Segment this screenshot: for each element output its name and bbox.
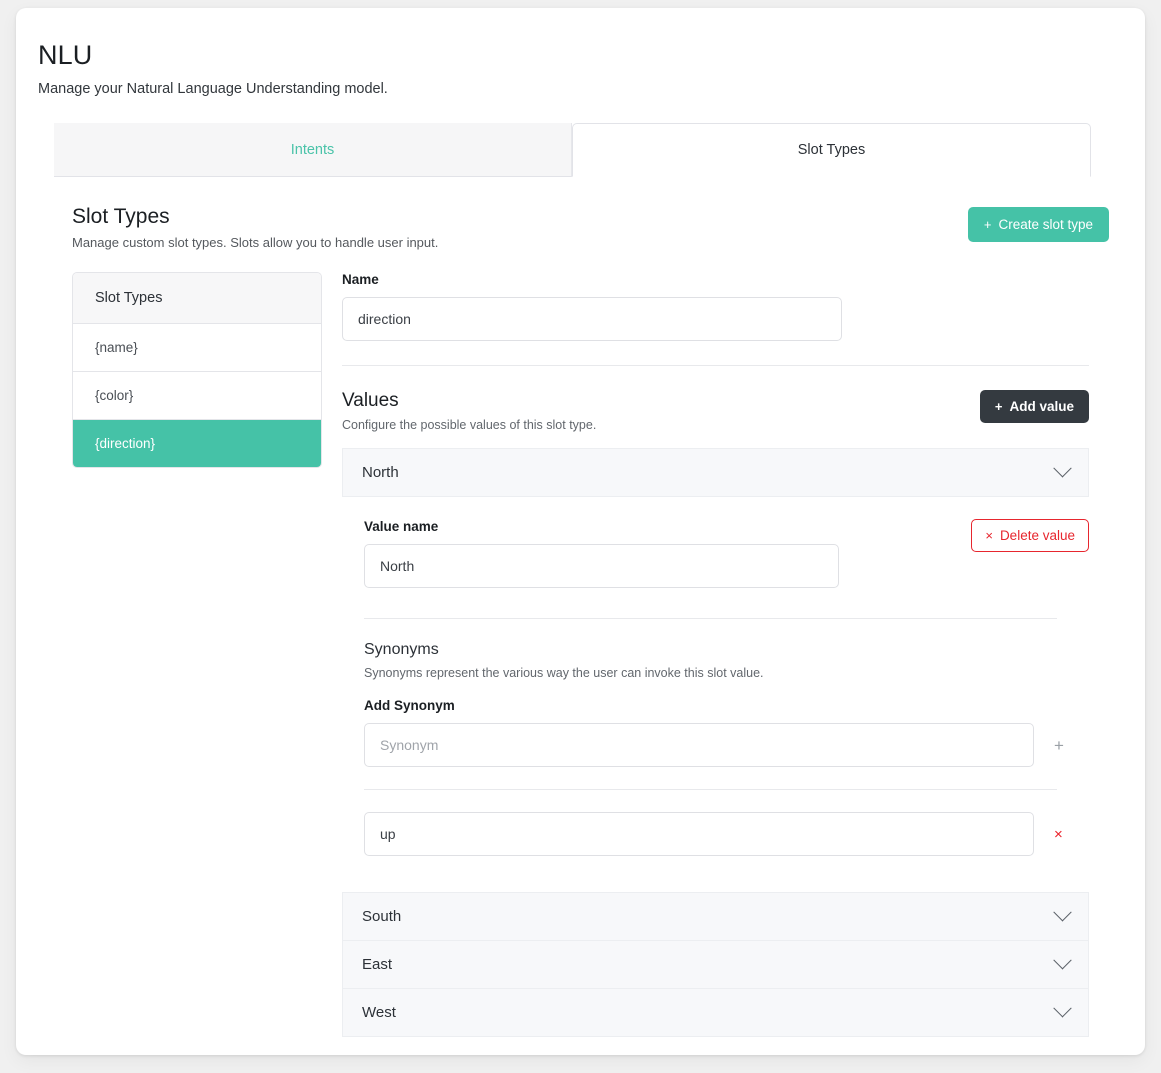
slot-type-item-color[interactable]: {color} (73, 372, 321, 420)
divider (364, 789, 1057, 790)
tab-intents-label: Intents (290, 141, 335, 158)
page-content: NLU Manage your Natural Language Underst… (16, 8, 1145, 1055)
synonyms-description: Synonyms represent the various way the u… (364, 666, 764, 680)
synonyms-title: Synonyms (364, 641, 439, 658)
divider (342, 365, 1089, 366)
value-accordion-title-west: West (362, 1004, 396, 1021)
slot-type-detail: Name Values Configure the possible value… (342, 272, 1109, 1037)
tab-bar: Intents Slot Types (54, 123, 1091, 177)
add-synonym-label: Add Synonym (364, 698, 455, 713)
section-title: Slot Types (72, 205, 170, 228)
slot-type-item-name[interactable]: {name} (73, 324, 321, 372)
add-synonym-button[interactable]: + (1048, 735, 1070, 756)
page-subtitle: Manage your Natural Language Understandi… (38, 81, 388, 97)
slot-types-body: Slot Types {name} {color} {direction} Na… (72, 272, 1109, 1037)
chevron-down-icon (1053, 999, 1072, 1018)
add-synonym-row: + (364, 723, 1089, 767)
value-name-field: Value name (364, 519, 839, 588)
synonym-row: × (364, 812, 1089, 856)
add-value-button[interactable]: + Add value (979, 390, 1089, 423)
slot-type-list: Slot Types {name} {color} {direction} (72, 272, 322, 468)
delete-value-button[interactable]: × Delete value (971, 519, 1089, 552)
values-accordion: North Value name × Delete value (342, 448, 1089, 1037)
chevron-down-icon (1053, 903, 1072, 922)
tab-slot-types[interactable]: Slot Types (572, 123, 1091, 177)
value-name-label: Value name (364, 519, 439, 534)
values-description: Configure the possible values of this sl… (342, 418, 597, 432)
value-accordion-title-south: South (362, 908, 402, 925)
page-card: NLU Manage your Natural Language Underst… (16, 8, 1145, 1055)
remove-synonym-button[interactable]: × (1048, 825, 1069, 844)
name-label: Name (342, 272, 379, 287)
chevron-down-icon (1053, 951, 1072, 970)
close-icon: × (985, 528, 993, 543)
values-header: Values Configure the possible values of … (342, 390, 1089, 432)
divider (364, 618, 1057, 619)
value-accordion-title-east: East (362, 956, 393, 973)
section-description: Manage custom slot types. Slots allow yo… (72, 235, 439, 250)
create-slot-type-button[interactable]: + Create slot type (967, 207, 1109, 242)
value-accordion-header-east[interactable]: East (342, 941, 1089, 989)
values-header-text: Values Configure the possible values of … (342, 390, 596, 432)
add-synonym-input[interactable] (364, 723, 1034, 767)
tab-intents[interactable]: Intents (54, 123, 572, 177)
page-title: NLU (38, 40, 93, 70)
value-name-input[interactable] (364, 544, 839, 588)
slot-type-item-direction[interactable]: {direction} (73, 420, 321, 467)
values-title: Values (342, 390, 399, 411)
value-accordion-body-north: Value name × Delete value Synonyms Synon… (342, 497, 1089, 866)
section-header: Slot Types Manage custom slot types. Slo… (72, 205, 1109, 250)
create-slot-type-label: Create slot type (998, 217, 1093, 232)
synonym-input[interactable] (364, 812, 1034, 856)
value-accordion-header-west[interactable]: West (342, 989, 1089, 1037)
value-accordion-header-north[interactable]: North (342, 448, 1089, 497)
value-name-row: Value name × Delete value (364, 519, 1089, 588)
value-accordion-header-south[interactable]: South (342, 892, 1089, 941)
slot-type-list-header: Slot Types (73, 273, 321, 324)
value-accordion-title-north: North (362, 464, 399, 481)
tab-slot-types-label: Slot Types (797, 142, 866, 158)
add-value-label: Add value (1009, 399, 1074, 414)
plus-icon: + (983, 217, 992, 232)
slot-type-name-input[interactable] (342, 297, 842, 341)
delete-value-label: Delete value (999, 528, 1075, 543)
section-header-text: Slot Types Manage custom slot types. Slo… (72, 205, 438, 250)
chevron-down-icon (1053, 459, 1072, 478)
plus-icon: + (994, 399, 1003, 414)
